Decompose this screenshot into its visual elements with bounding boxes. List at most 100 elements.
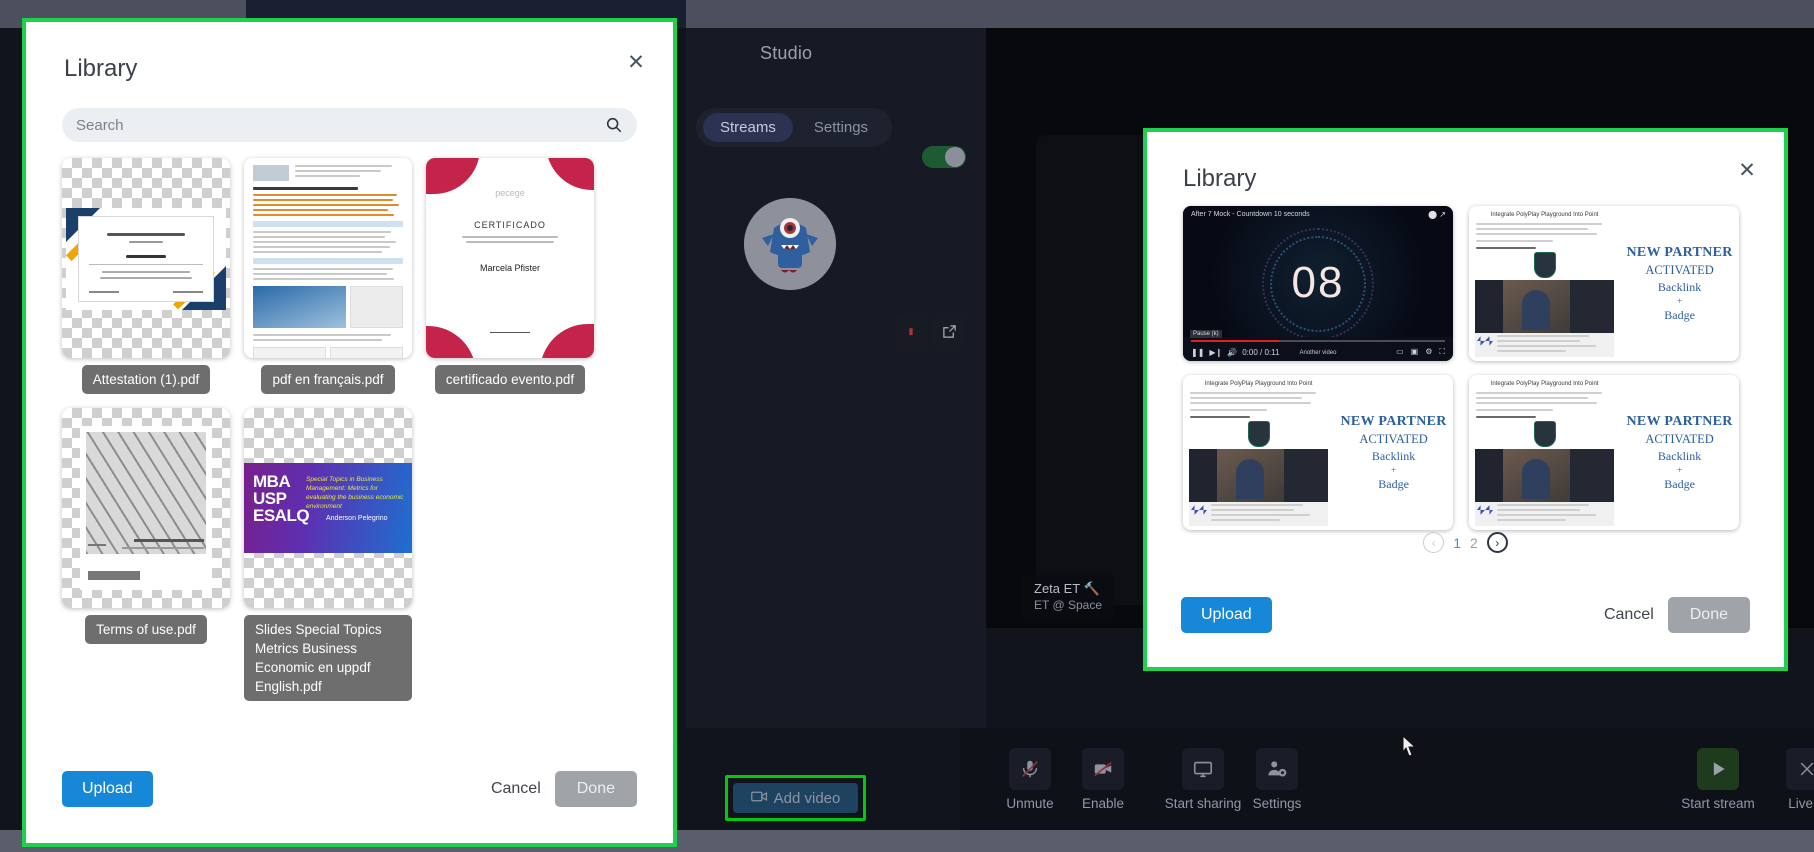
slide-line2: ACTIVATED [1645, 262, 1714, 277]
document-name: pdf en français.pdf [261, 365, 395, 394]
captions-icon[interactable]: ▭ [1396, 347, 1404, 357]
microphone-muted-icon [1009, 748, 1051, 790]
camera-disabled-icon [1082, 748, 1124, 790]
slide-line2: ACTIVATED [1359, 431, 1428, 446]
list-item[interactable]: MBA USP ESALQ Special Topics in Business M… [244, 408, 412, 701]
upload-button[interactable]: Upload [1181, 597, 1272, 633]
slide-art: Integrate PolyPlay Playground Into Point [1469, 206, 1739, 361]
list-item[interactable]: Integrate PolyPlay Playground Into Point [1469, 206, 1739, 361]
certificate-art [65, 208, 226, 310]
list-item[interactable]: Integrate PolyPlay Playground Into Point [1469, 375, 1739, 530]
participant-subtitle: ET @ Space [1034, 598, 1102, 612]
enable-camera-button[interactable]: Enable [1070, 748, 1136, 811]
avatar [744, 198, 836, 290]
done-button[interactable]: Done [554, 771, 637, 807]
modal-footer: Upload Cancel Done [62, 771, 637, 807]
start-sharing-label: Start sharing [1164, 796, 1242, 811]
close-icon[interactable]: ✕ [625, 52, 647, 74]
participant-toggle[interactable] [922, 146, 966, 168]
document-name: Slides Special Topics Metrics Business E… [244, 615, 412, 701]
list-item[interactable]: Terms of use.pdf [62, 408, 230, 701]
close-icon[interactable]: ✕ [1736, 160, 1758, 182]
slide-art: Integrate PolyPlay Playground Into Point [1469, 375, 1739, 530]
list-item[interactable]: Integrate PolyPlay Playground Into Point [1183, 375, 1453, 530]
cancel-button[interactable]: Cancel [1590, 597, 1668, 633]
popout-icon[interactable] [933, 315, 965, 347]
fullscreen-icon[interactable]: ⛶ [1439, 347, 1445, 357]
list-item[interactable]: pecege CERTIFICADO Marcela Pfister certi… [426, 158, 594, 394]
building-cover-art [80, 426, 212, 590]
slide-heading: NEW PARTNER [1340, 413, 1447, 429]
done-button[interactable]: Done [1667, 597, 1750, 633]
search-placeholder: Search [76, 116, 124, 134]
video-player-title: After 7 Mock - Countdown 10 seconds [1191, 211, 1310, 218]
document-thumbnail[interactable] [62, 408, 230, 608]
studio-tabs: Streams Settings [696, 108, 893, 147]
list-item[interactable]: After 7 Mock - Countdown 10 seconds ⬤ ↗ … [1183, 206, 1453, 361]
list-item[interactable]: Attestation (1).pdf [62, 158, 230, 394]
chevron-right-icon[interactable]: › [1486, 532, 1508, 553]
monitor-icon [1182, 748, 1224, 790]
slide-art: Integrate PolyPlay Playground Into Point [1183, 375, 1453, 530]
pagination: ‹ 1 2 › [1147, 532, 1784, 553]
document-thumbnail[interactable]: MBA USP ESALQ Special Topics in Business M… [244, 408, 412, 608]
search-input[interactable]: Search [62, 108, 637, 142]
modal-footer: Upload Cancel Done [1181, 597, 1750, 633]
studio-title: Studio [760, 43, 813, 63]
document-grid: Attestation (1).pdf pdf en français.pdf … [62, 158, 642, 715]
live-stream-label: Live S [1788, 796, 1814, 811]
slide-line4: + [1677, 464, 1683, 475]
countdown-value: 08 [1291, 257, 1345, 307]
player-tooltip: Pause (k) [1190, 330, 1222, 338]
video-camera-icon [750, 790, 768, 807]
screen: Studio Streams Settings ▮ Zeta ET 🔨 ET @… [0, 0, 1814, 852]
toggle-knob [945, 147, 965, 167]
document-thumbnail[interactable]: pecege CERTIFICADO Marcela Pfister [426, 158, 594, 358]
list-item[interactable]: pdf en français.pdf [244, 158, 412, 394]
settings-button[interactable]: Settings [1244, 748, 1310, 811]
slide-line2: ACTIVATED [1645, 431, 1714, 446]
record-indicator-icon[interactable]: ▮ [895, 315, 927, 347]
unmute-button[interactable]: Unmute [997, 748, 1063, 811]
library-modal-videos: Library ✕ After 7 Mock - Countdown 10 se… [1143, 128, 1788, 671]
document-thumbnail[interactable] [244, 158, 412, 358]
slide-line3: Backlink [1657, 448, 1702, 463]
certificado-art: pecege CERTIFICADO Marcela Pfister [426, 158, 594, 358]
upload-button[interactable]: Upload [62, 771, 153, 807]
person-gear-icon [1256, 748, 1298, 790]
video-grid: After 7 Mock - Countdown 10 seconds ⬤ ↗ … [1183, 206, 1739, 530]
gear-icon[interactable]: ⚙ [1425, 347, 1432, 357]
slide-line3: Backlink [1371, 448, 1416, 463]
slide-line5: Badge [1664, 476, 1695, 491]
page-title: Library [64, 55, 138, 82]
player-header-icons: ⬤ ↗ [1428, 210, 1446, 219]
page-2-button[interactable]: 2 [1470, 535, 1478, 551]
cancel-button[interactable]: Cancel [477, 771, 555, 807]
start-stream-button[interactable]: Start stream [1670, 748, 1766, 811]
miniplayer-icon[interactable]: ▣ [1411, 347, 1419, 357]
library-modal-documents: Library ✕ Search Attestation (1).pdf pdf… [22, 18, 677, 847]
document-name: Attestation (1).pdf [81, 365, 211, 394]
french-doc-art [244, 158, 412, 358]
start-stream-label: Start stream [1681, 796, 1755, 811]
chevron-left-icon[interactable]: ‹ [1423, 532, 1445, 553]
slide-line4: + [1677, 295, 1683, 306]
unmute-label: Unmute [1006, 796, 1054, 811]
add-video-button[interactable]: Add video [733, 783, 858, 813]
tile-actions: ▮ [895, 315, 965, 347]
participant-name: Zeta ET 🔨 [1034, 581, 1100, 596]
page-1-button[interactable]: 1 [1453, 535, 1461, 551]
player-controls-right[interactable]: ▭ ▣ ⚙ ⛶ [1396, 347, 1445, 357]
slide-heading: NEW PARTNER [1626, 413, 1733, 429]
tab-settings[interactable]: Settings [797, 113, 885, 142]
mba-cover-art: MBA USP ESALQ Special Topics in Business M… [244, 463, 412, 553]
document-thumbnail[interactable] [62, 158, 230, 358]
mouse-cursor [1402, 734, 1418, 759]
slide-line5: Badge [1664, 307, 1695, 322]
tab-streams[interactable]: Streams [703, 113, 793, 142]
progress-bar[interactable] [1191, 340, 1445, 342]
live-stream-button[interactable]: Live S [1768, 748, 1814, 811]
document-name: certificado evento.pdf [434, 365, 586, 394]
slide-heading: NEW PARTNER [1626, 244, 1733, 260]
start-sharing-button[interactable]: Start sharing [1155, 748, 1251, 811]
